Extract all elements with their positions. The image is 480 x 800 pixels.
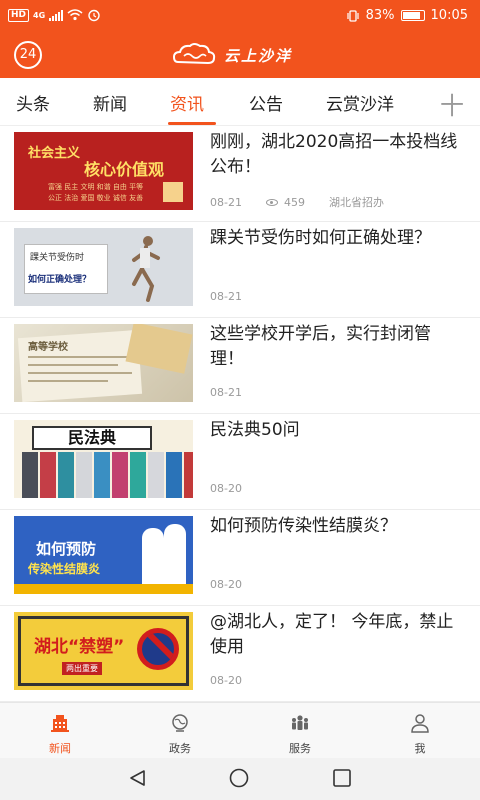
article-title: 如何预防传染性结膜炎？ [210, 516, 397, 536]
article-meta: 08-20 [210, 578, 242, 591]
article-list: 社会主义 核心价值观 富强 民主 文明 和谐 自由 平等 公正 法治 爱国 敬业… [0, 126, 480, 702]
clock: 10:05 [430, 8, 468, 23]
list-item[interactable]: 社会主义 核心价值观 富强 民主 文明 和谐 自由 平等 公正 法治 爱国 敬业… [0, 126, 480, 222]
network-type: 4G [33, 10, 46, 20]
nav-me[interactable]: 我 [380, 703, 460, 759]
category-tabs: 头条 新闻 资讯 公告 云赏沙洋 十 [0, 78, 480, 126]
signal-icon [49, 9, 64, 21]
article-meta: 08-21 [210, 386, 242, 399]
nav-government[interactable]: 政务 [140, 703, 220, 759]
recents-icon[interactable] [332, 768, 352, 788]
article-title: 踝关节受伤时如何正确处理？ [210, 228, 431, 248]
article-thumbnail: 湖北“禁塑” 两出重要 [14, 612, 193, 690]
nav-label: 服务 [289, 742, 311, 755]
add-channel-icon[interactable]: 十 [440, 86, 464, 121]
top-bar: HD 4G 83% 10:05 24 云上沙洋 [0, 0, 480, 78]
article-title: 这些学校开学后，实行封闭管理！ [210, 324, 431, 369]
nav-services[interactable]: 服务 [260, 703, 340, 759]
nav-news[interactable]: 新闻 [20, 703, 100, 759]
active-tab-indicator [168, 122, 216, 125]
thumb-text: 如何预防 [36, 540, 97, 558]
hd-indicator: HD [8, 8, 30, 22]
article-thumbnail: 民法典 [14, 420, 193, 498]
article-meta: 08-20 [210, 674, 242, 687]
building-icon [51, 715, 69, 732]
logo-text: 云上沙洋 [224, 46, 293, 65]
vibrate-icon [347, 9, 359, 22]
stripe-graphic [14, 584, 193, 594]
view-count: 459 [265, 195, 305, 209]
article-thumbnail: 高等学校 [14, 324, 193, 402]
prohibition-icon [137, 628, 179, 670]
view-count-value: 459 [283, 195, 305, 209]
article-thumbnail: 如何预防 传染性结膜炎 [14, 516, 193, 594]
article-meta: 08-20 [210, 482, 242, 495]
article-title: @湖北人，定了！ 今年底，禁止使用 [210, 612, 454, 657]
alarm-icon [88, 9, 100, 22]
notification-badge[interactable]: 24 [14, 41, 42, 69]
tab-notice[interactable]: 公告 [249, 90, 283, 115]
thumb-text: 公正 法治 爱国 敬业 诚信 友善 [48, 194, 144, 202]
status-bar: HD 4G 83% 10:05 [0, 0, 480, 32]
nav-label: 我 [414, 742, 426, 755]
building-graphic [163, 182, 183, 202]
app-header: 24 云上沙洋 [0, 32, 480, 78]
tab-news[interactable]: 新闻 [93, 90, 127, 115]
thumb-text: 富强 民主 文明 和谐 自由 平等 [48, 183, 144, 191]
person-icon [411, 714, 429, 733]
list-item[interactable]: 如何预防 传染性结膜炎 如何预防传染性结膜炎？ 08-20 [0, 510, 480, 606]
thumb-text: 踝关节受伤时 [30, 253, 85, 263]
nav-label: 政务 [169, 742, 191, 755]
article-thumbnail: 社会主义 核心价值观 富强 民主 文明 和谐 自由 平等 公正 法治 爱国 敬业… [14, 132, 193, 210]
thumb-text: 高等学校 [28, 342, 68, 353]
text-line [28, 380, 108, 382]
civil-code-sign: 民法典 [32, 426, 152, 450]
thumb-text: 核心价值观 [84, 160, 165, 179]
thumb-text: 两出重要 [62, 662, 102, 675]
article-date: 08-20 [210, 674, 242, 687]
text-line [28, 356, 128, 358]
list-item[interactable]: 民法典 民法典50问 08-20 [0, 414, 480, 510]
people-icon [292, 715, 308, 730]
battery-percent: 83% [365, 8, 395, 23]
list-item[interactable]: 踝关节受伤时 如何正确处理？ 踝关节受伤时如何正确处理？ 08-21 [0, 222, 480, 318]
thumb-text: 传染性结膜炎 [28, 562, 101, 576]
cloud-logo-icon [172, 43, 216, 65]
article-meta: 08-21 [210, 290, 242, 303]
thumb-text: 如何正确处理？ [28, 275, 92, 285]
article-date: 08-21 [210, 290, 242, 303]
article-title: 民法典50问 [210, 420, 300, 440]
home-icon[interactable] [228, 768, 250, 788]
list-item[interactable]: 高等学校 这些学校开学后，实行封闭管理！ 08-21 [0, 318, 480, 414]
article-thumbnail: 踝关节受伤时 如何正确处理？ [14, 228, 193, 306]
article-title: 刚刚，湖北2020高招一本投档线公布！ [210, 132, 458, 177]
list-item[interactable]: 湖北“禁塑” 两出重要 @湖北人，定了！ 今年底，禁止使用 08-20 [0, 606, 480, 702]
article-date: 08-21 [210, 386, 242, 399]
tab-headline[interactable]: 头条 [16, 90, 50, 115]
wifi-icon [67, 9, 83, 21]
books-graphic [22, 452, 193, 498]
back-icon[interactable] [128, 768, 148, 788]
article-source: 湖北省招办 [328, 196, 384, 209]
article-date: 08-20 [210, 482, 242, 495]
bottom-nav: 新闻 政务 服务 我 [0, 702, 480, 758]
thumb-text: 湖北“禁塑” [34, 637, 125, 657]
system-nav-bar [0, 758, 480, 800]
tab-yunshang-shayang[interactable]: 云赏沙洋 [326, 90, 394, 115]
nav-label: 新闻 [49, 742, 71, 755]
text-line [28, 372, 132, 374]
eye-icon [265, 198, 278, 206]
tab-info[interactable]: 资讯 [170, 90, 204, 115]
app-logo: 云上沙洋 [172, 39, 292, 71]
globe-icon [172, 714, 188, 732]
article-date: 08-21 [210, 195, 242, 209]
runner-graphic [132, 236, 160, 302]
battery-icon [400, 10, 425, 21]
text-line [28, 364, 118, 366]
thumb-text: 社会主义 [28, 146, 81, 161]
article-meta: 08-21 459 湖北省招办 [210, 194, 384, 210]
article-date: 08-20 [210, 578, 242, 591]
